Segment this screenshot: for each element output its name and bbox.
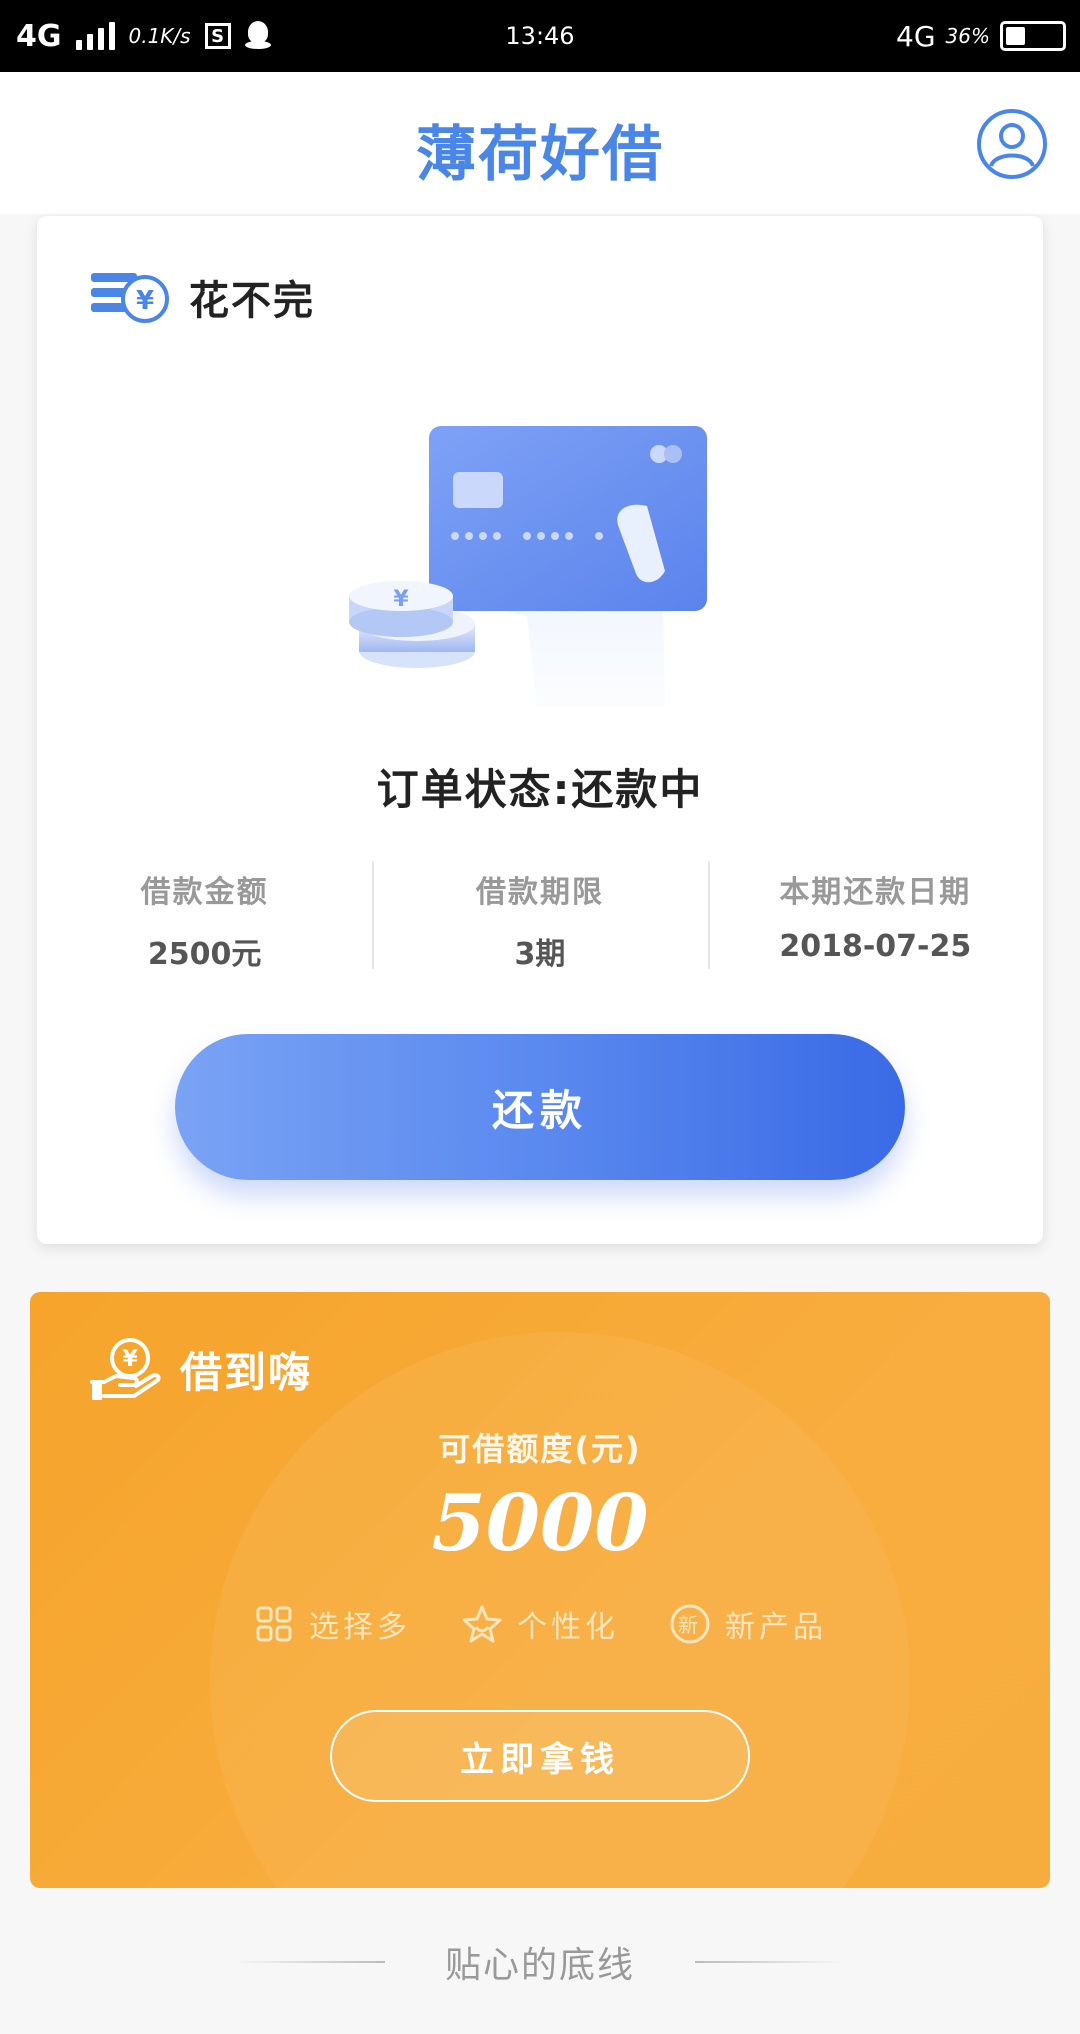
stat-loan-amount: 借款金额 2500元 (37, 861, 372, 972)
star-icon (462, 1605, 502, 1643)
feature-item: 新 新产品 (669, 1602, 827, 1646)
footer-text: 贴心的底线 (444, 1945, 635, 1986)
get-money-button[interactable]: 立即拿钱 (330, 1710, 750, 1802)
loan-stats: 借款金额 2500元 借款期限 3期 本期还款日期 2018-07-25 (37, 861, 1043, 972)
network-type-right: 4G (896, 19, 936, 53)
credit-limit-label: 可借额度(元) (438, 1430, 642, 1468)
new-badge-text: 新 (678, 1613, 702, 1637)
svg-text:¥: ¥ (393, 587, 409, 612)
feature-item: 选择多 (253, 1602, 411, 1646)
credit-card-illustration: ¥ (349, 426, 707, 706)
footer-divider-right (695, 1961, 845, 1963)
app-header: 薄荷好借 (0, 72, 1080, 214)
feature-label: 个性化 (517, 1610, 619, 1645)
svg-text:¥: ¥ (122, 1347, 138, 1372)
feature-item: 个性化 (461, 1602, 619, 1646)
feature-label: 选择多 (309, 1610, 411, 1645)
stat-value: 2500元 (147, 937, 262, 972)
feature-list: 选择多 个性化 新 新产品 (30, 1602, 1050, 1646)
loan-card: ¥ 花不完 ¥ 订单状态:还款中 借款金额 2500元 借款期限 3期 本期还款… (37, 216, 1043, 1244)
footer-divider-left (234, 1961, 385, 1963)
svg-text:¥: ¥ (136, 286, 154, 316)
credit-limit-value: 5000 (431, 1478, 649, 1569)
coins-icon: ¥ (91, 273, 169, 323)
status-bar: 4G 0.1K/s S 13:46 4G 36% (0, 0, 1080, 72)
app-title: 薄荷好借 (416, 120, 664, 190)
stat-loan-term: 借款期限 3期 (372, 861, 707, 972)
battery-icon (1000, 21, 1066, 51)
grid-icon (256, 1606, 292, 1642)
stat-repay-date: 本期还款日期 2018-07-25 (707, 861, 1043, 971)
stat-label: 借款金额 (140, 875, 269, 910)
promo-card[interactable]: ¥ 借到嗨 可借额度(元) 5000 选择多 个性化 新 新产品 立即拿钱 (30, 1292, 1050, 1888)
user-profile-icon[interactable] (976, 108, 1048, 180)
loan-card-title: 花不完 (189, 278, 315, 324)
stat-value: 2018-07-25 (779, 929, 972, 964)
promo-card-title: 借到嗨 (180, 1347, 313, 1397)
repay-button[interactable]: 还款 (175, 1034, 905, 1180)
stat-value: 3期 (514, 937, 566, 972)
battery-percent: 36% (945, 24, 990, 48)
new-badge-icon: 新 (670, 1604, 710, 1644)
feature-label: 新产品 (725, 1610, 827, 1645)
hand-coin-icon: ¥ (90, 1338, 161, 1400)
stat-label: 借款期限 (475, 875, 604, 910)
footer: 贴心的底线 (0, 1932, 1080, 1992)
stat-label: 本期还款日期 (779, 875, 972, 910)
order-status: 订单状态:还款中 (376, 765, 704, 814)
